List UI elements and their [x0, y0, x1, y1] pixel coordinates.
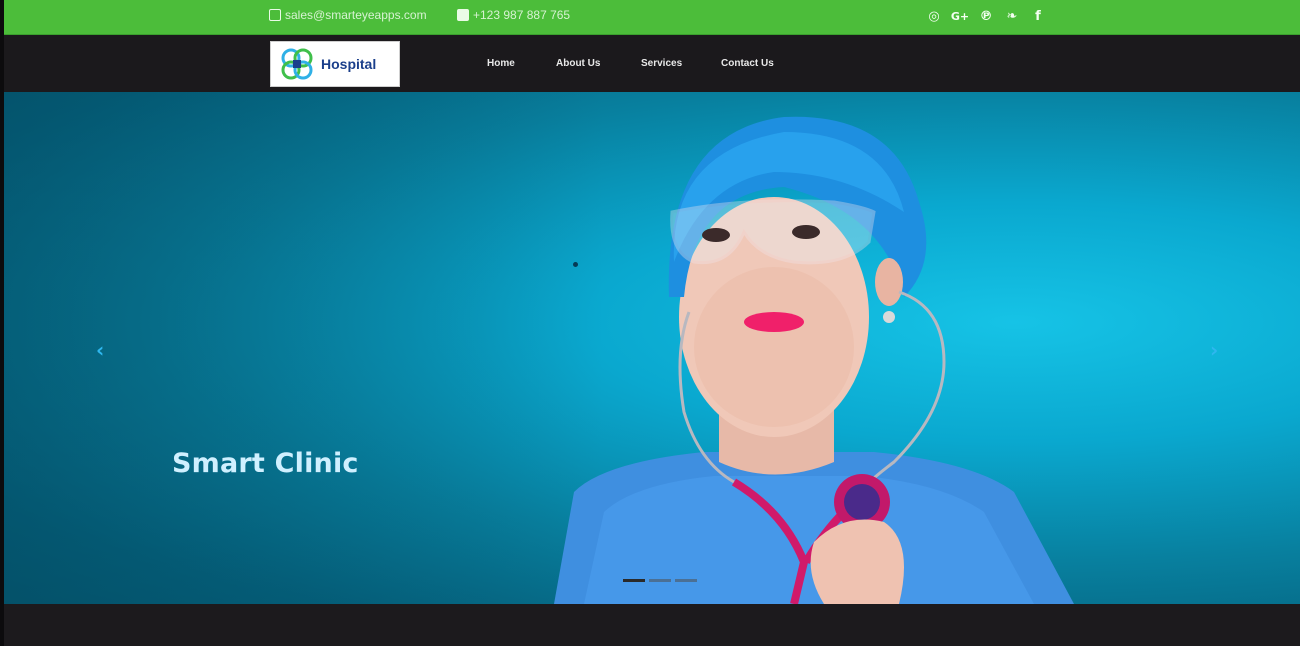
nav-about-us[interactable]: About Us [556, 58, 600, 69]
main-navbar: Hospital Home About Us Services Contact … [4, 35, 1300, 92]
doctor-photo [554, 116, 1074, 604]
nav-contact-us[interactable]: Contact Us [721, 58, 774, 69]
hero-carousel: ‹ › Smart Clinic [4, 92, 1300, 604]
carousel-indicator-3[interactable] [675, 579, 697, 582]
site-logo[interactable]: Hospital [270, 41, 400, 87]
page: sales@smarteyeapps.com +123 987 887 765 … [4, 0, 1300, 646]
pinterest-icon[interactable]: ℗ [978, 7, 994, 25]
phone-icon [457, 9, 469, 21]
hero-title: Smart Clinic [172, 448, 359, 479]
carousel-indicator-2[interactable] [649, 579, 671, 582]
carousel-next-arrow[interactable]: › [1210, 338, 1218, 362]
twitter-icon[interactable]: ❧ [1004, 7, 1020, 25]
social-links: ◎ G+ ℗ ❧ f [926, 7, 1046, 25]
email-contact[interactable]: sales@smarteyeapps.com [269, 8, 427, 22]
cursor-dot [573, 262, 578, 267]
github-icon[interactable]: ◎ [926, 7, 942, 25]
nav-services[interactable]: Services [641, 58, 682, 69]
facebook-icon[interactable]: f [1030, 7, 1046, 25]
nav-home[interactable]: Home [487, 58, 515, 69]
logo-text: Hospital [321, 56, 377, 72]
section-below-hero [4, 604, 1300, 646]
phone-text[interactable]: +123 987 887 765 [473, 8, 570, 22]
top-contact-bar: sales@smarteyeapps.com +123 987 887 765 … [4, 0, 1300, 35]
hospital-logo-icon [281, 48, 313, 80]
email-text[interactable]: sales@smarteyeapps.com [285, 8, 427, 22]
google-plus-icon[interactable]: G+ [951, 7, 969, 25]
carousel-indicator-1[interactable] [623, 579, 645, 582]
hero-shade [4, 92, 604, 604]
carousel-prev-arrow[interactable]: ‹ [96, 338, 104, 362]
envelope-icon [269, 9, 281, 21]
carousel-indicators [623, 579, 697, 582]
phone-contact[interactable]: +123 987 887 765 [457, 8, 570, 22]
